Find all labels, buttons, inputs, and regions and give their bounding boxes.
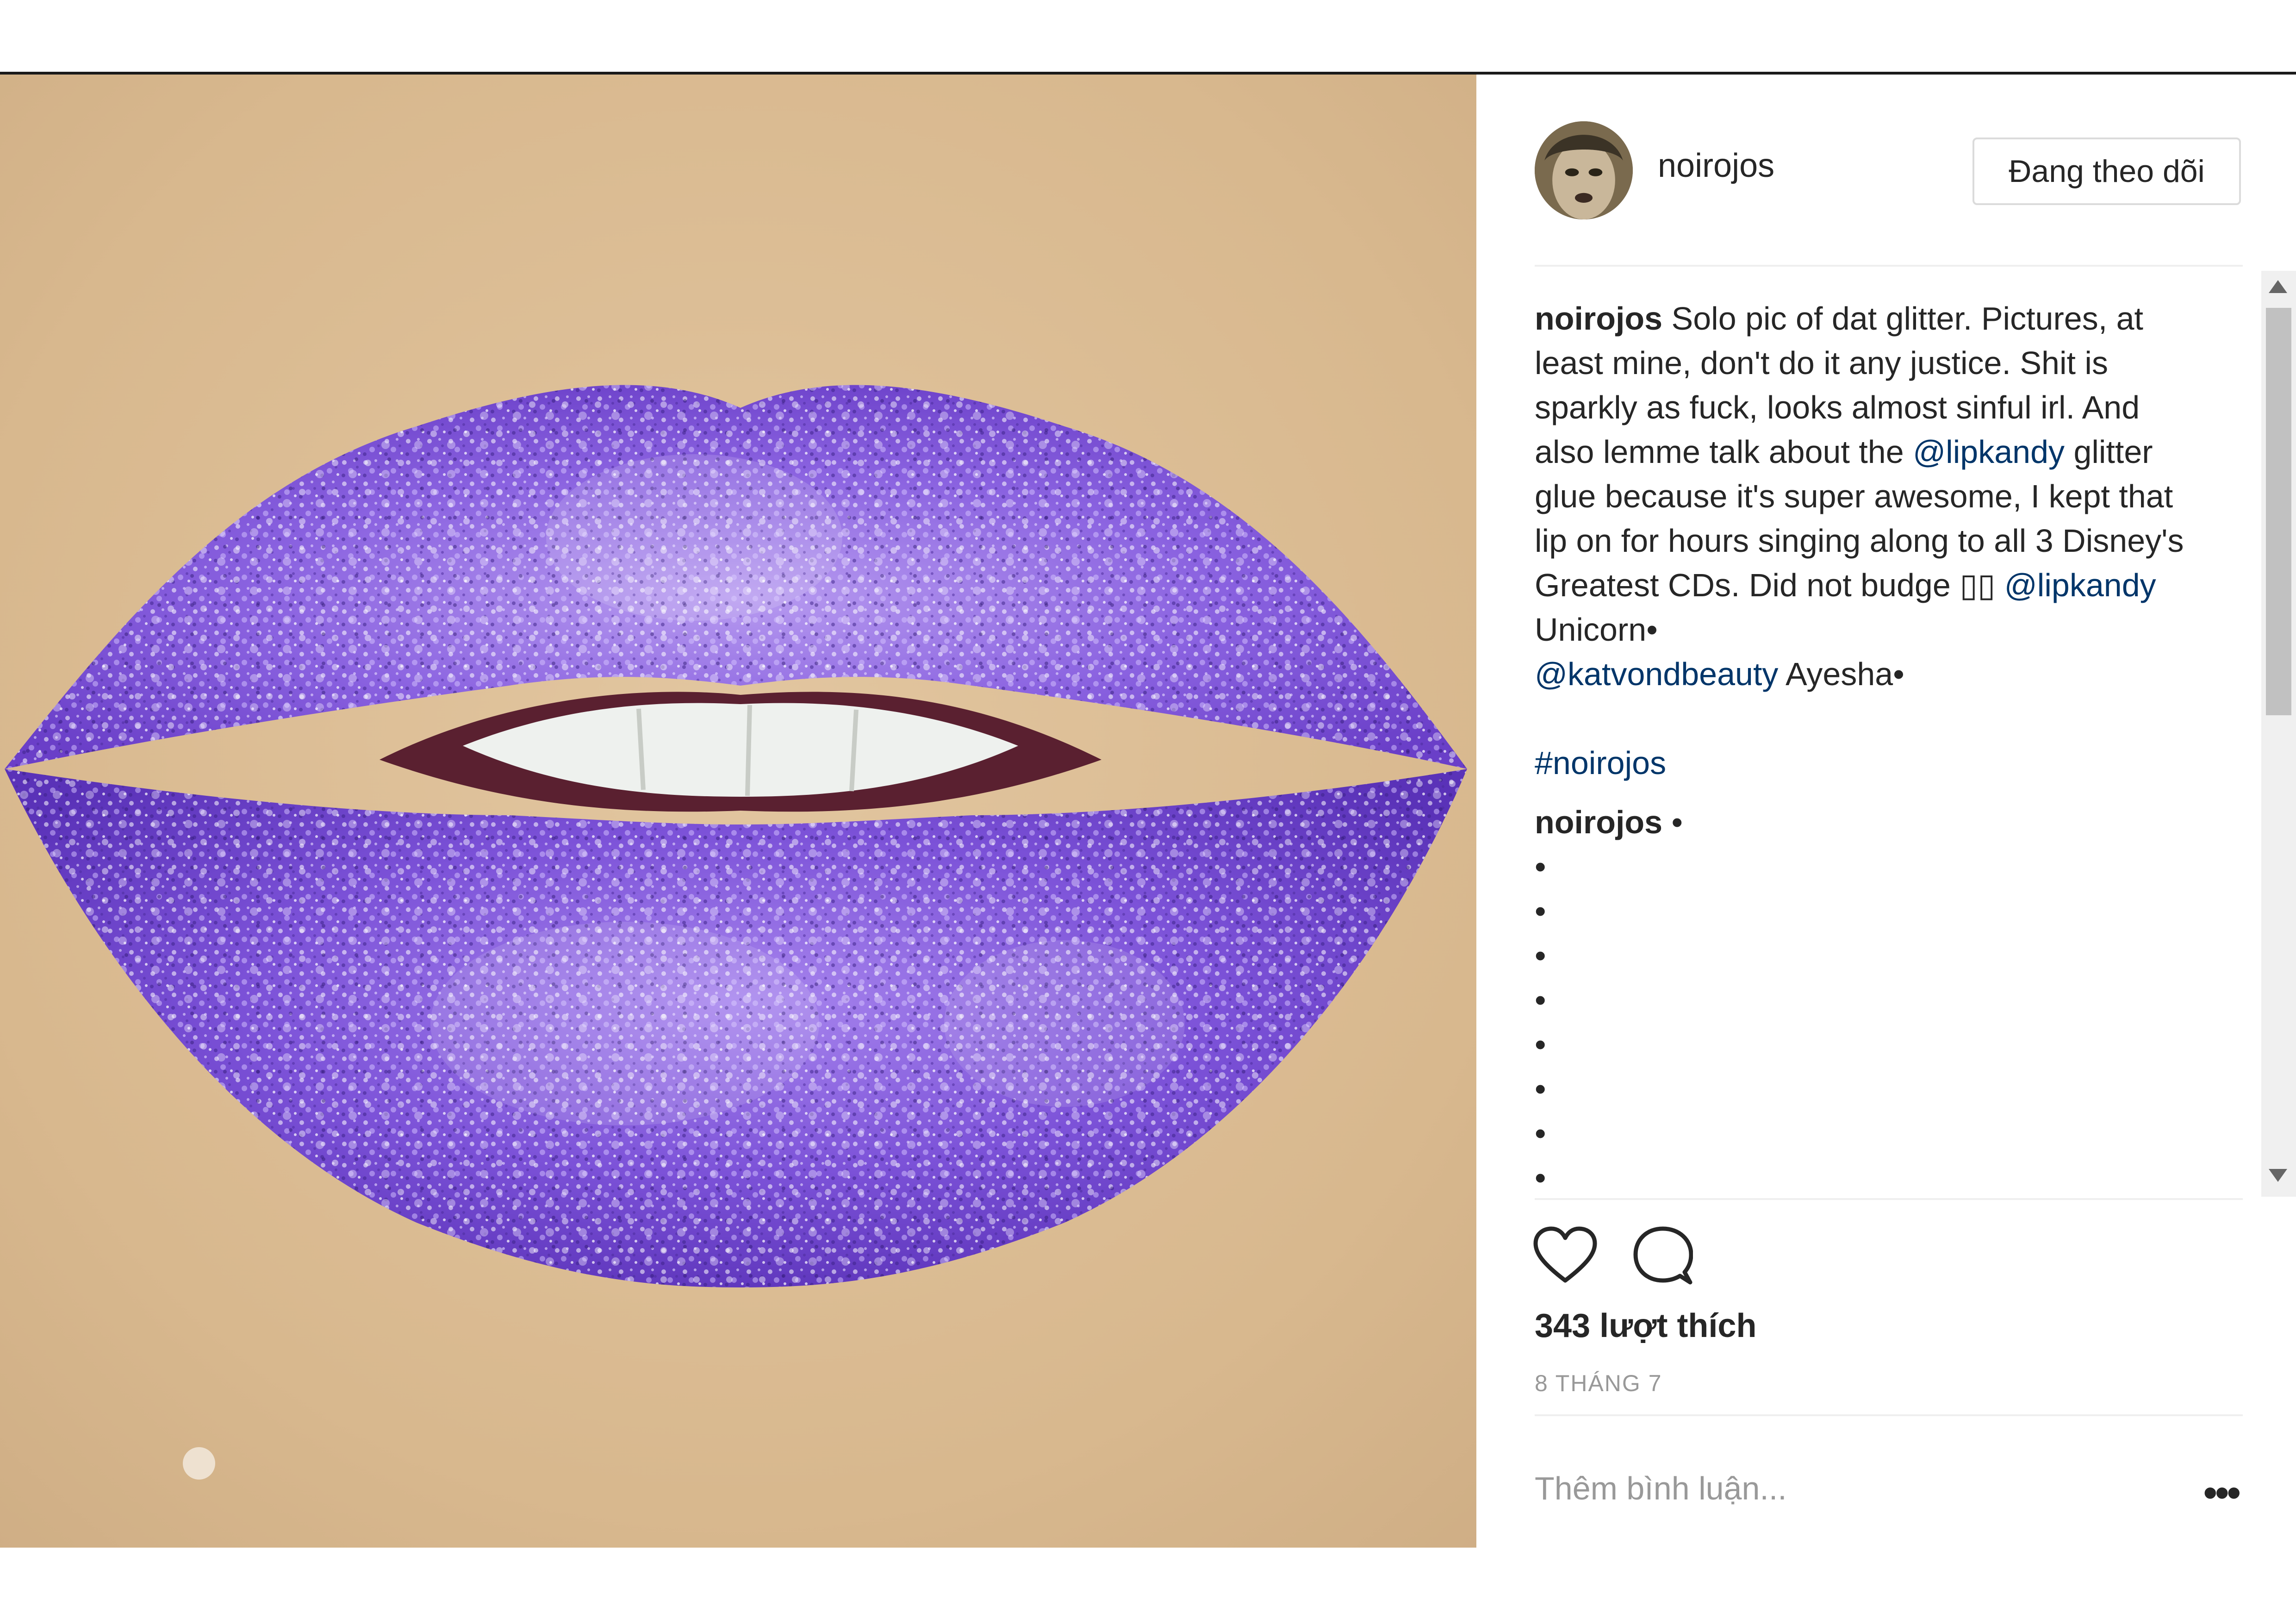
scroll-up-arrow-icon[interactable] xyxy=(2269,280,2287,293)
comment-divider xyxy=(1535,1414,2243,1416)
emoji-placeholder: ▯▯ xyxy=(1960,567,1996,603)
add-comment-input[interactable] xyxy=(1535,1463,2136,1514)
comment: noirojos • xyxy=(1535,800,2187,844)
hashtag-link[interactable]: #noirojos xyxy=(1535,741,2187,785)
scroll-down-arrow-icon[interactable] xyxy=(2269,1169,2287,1182)
mention-link[interactable]: @lipkandy xyxy=(2004,567,2156,603)
caption-text xyxy=(1995,567,2004,603)
dot-line: • xyxy=(1535,1115,1546,1151)
following-button[interactable]: Đang theo dõi xyxy=(1972,137,2241,205)
dot-line: • xyxy=(1535,1160,1546,1190)
avatar-illustration xyxy=(1535,121,1633,219)
likes-count[interactable]: 343 lượt thích xyxy=(1535,1309,1756,1343)
mention-link[interactable]: @katvondbeauty xyxy=(1535,656,1778,692)
dot-line: • xyxy=(1535,937,1546,974)
caption-author[interactable]: noirojos xyxy=(1535,300,1662,337)
header-divider xyxy=(1535,265,2243,267)
actions-divider xyxy=(1535,1198,2243,1200)
speech-bubble-icon[interactable] xyxy=(1633,1226,1693,1286)
avatar[interactable] xyxy=(1535,121,1633,219)
glitter-lips-image xyxy=(0,75,1476,1548)
caption-text: Unicorn• xyxy=(1535,612,1658,648)
post-photo[interactable] xyxy=(0,75,1476,1548)
dot-line: • xyxy=(1535,1071,1546,1107)
dot-line: • xyxy=(1535,893,1546,929)
mention-link[interactable]: @lipkandy xyxy=(1913,434,2065,470)
post-caption: noirojos Solo pic of dat glitter. Pictur… xyxy=(1535,296,2187,696)
dot-line: • xyxy=(1535,849,1546,885)
more-dots-icon[interactable]: ••• xyxy=(2203,1472,2241,1514)
post-date[interactable]: 8 THÁNG 7 xyxy=(1535,1372,1662,1395)
post-author-username[interactable]: noirojos xyxy=(1658,149,1774,182)
caption-scroll-area[interactable]: noirojos Solo pic of dat glitter. Pictur… xyxy=(1535,296,2187,1190)
heart-icon[interactable] xyxy=(1533,1226,1598,1286)
comment-author[interactable]: noirojos xyxy=(1535,804,1662,840)
scrollbar-thumb[interactable] xyxy=(2266,308,2291,715)
caption-text: Ayesha• xyxy=(1778,656,1904,692)
dot-line: • xyxy=(1535,1026,1546,1062)
dot-line: • xyxy=(1535,982,1546,1018)
comment-text: • xyxy=(1662,804,1683,840)
comment-dots-list: • • • • • • • • xyxy=(1535,844,2187,1190)
